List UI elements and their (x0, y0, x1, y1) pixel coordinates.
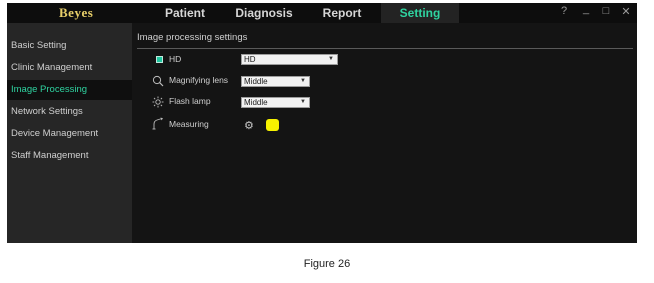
maximize-icon[interactable]: □ (599, 5, 613, 17)
app-window: Beyes Patient Diagnosis Report Setting ?… (7, 3, 637, 243)
tab-diagnosis[interactable]: Diagnosis (229, 3, 299, 23)
close-icon[interactable]: ✕ (619, 5, 633, 18)
app-logo: Beyes (59, 5, 94, 20)
measuring-color-swatch[interactable] (266, 119, 279, 131)
flash-lamp-label: Flash lamp (169, 96, 211, 106)
help-icon[interactable]: ? (557, 5, 571, 17)
sidebar-item-network-settings[interactable]: Network Settings (11, 102, 132, 122)
flash-lamp-value: Middle (244, 98, 268, 107)
minimize-icon[interactable]: _ (579, 3, 593, 15)
tab-patient[interactable]: Patient (155, 3, 215, 23)
sidebar-item-clinic-management[interactable]: Clinic Management (11, 58, 132, 78)
measuring-icon (152, 117, 163, 130)
title-bar: Beyes Patient Diagnosis Report Setting ?… (7, 3, 637, 23)
chevron-down-icon: ▼ (300, 99, 306, 105)
chevron-down-icon: ▼ (300, 78, 306, 84)
sidebar-item-staff-management[interactable]: Staff Management (11, 146, 132, 166)
sidebar-item-basic-setting[interactable]: Basic Setting (11, 36, 132, 56)
section-divider (137, 48, 633, 49)
section-title: Image processing settings (137, 32, 248, 43)
gear-icon[interactable]: ⚙ (244, 119, 254, 132)
magnifying-lens-value: Middle (244, 77, 268, 86)
settings-panel: Image processing settings HD HD ▼ Magnif… (132, 23, 637, 243)
sidebar-item-device-management[interactable]: Device Management (11, 124, 132, 144)
hd-label: HD (169, 54, 182, 64)
measuring-label: Measuring (169, 119, 209, 129)
flash-lamp-icon (152, 96, 164, 108)
tab-setting[interactable]: Setting (381, 3, 459, 23)
magnifying-lens-select[interactable]: Middle ▼ (241, 76, 310, 87)
magnifier-icon (152, 75, 164, 87)
figure-caption: Figure 26 (303, 258, 351, 270)
tab-report[interactable]: Report (311, 3, 373, 23)
sidebar: Basic Setting Clinic Management Image Pr… (7, 23, 132, 243)
sidebar-item-image-processing[interactable]: Image Processing (7, 80, 132, 100)
flash-lamp-select[interactable]: Middle ▼ (241, 97, 310, 108)
hd-select-value: HD (244, 55, 256, 64)
hd-checkbox[interactable] (156, 56, 163, 63)
hd-select[interactable]: HD ▼ (241, 54, 338, 65)
chevron-down-icon: ▼ (328, 56, 334, 62)
magnifying-lens-label: Magnifying lens (169, 75, 229, 85)
